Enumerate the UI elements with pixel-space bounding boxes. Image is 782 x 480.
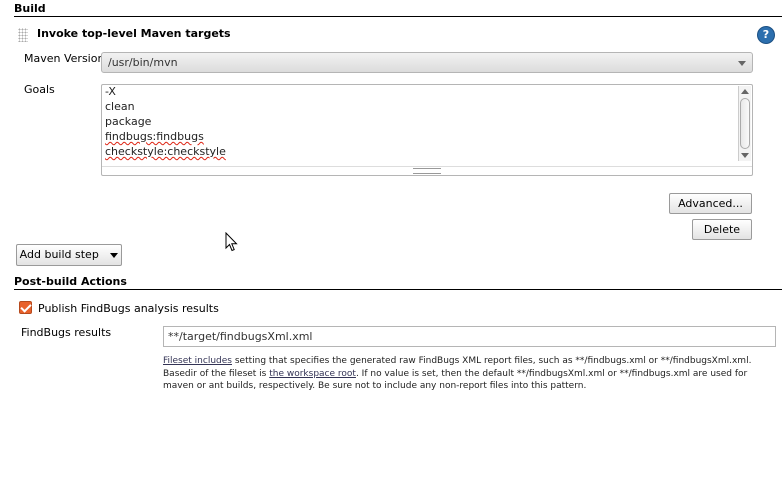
workspace-root-link[interactable]: the workspace root (269, 369, 356, 379)
post-build-section-title: Post-build Actions (14, 275, 127, 288)
build-section-title: Build (14, 2, 46, 15)
goals-textarea[interactable]: -X clean package findbugs:findbugs check… (101, 84, 753, 176)
scroll-thumb[interactable] (740, 98, 750, 149)
findbugs-results-input[interactable]: **/target/findbugsXml.xml (163, 326, 776, 347)
textarea-resize-handle[interactable] (102, 166, 752, 175)
goal-line: -X (105, 85, 116, 98)
goal-line: findbugs:findbugs (105, 130, 204, 143)
scroll-up-icon[interactable] (741, 89, 749, 94)
goal-line: package (105, 115, 152, 128)
goals-scrollbar[interactable] (738, 86, 751, 161)
caret-down-icon (110, 252, 119, 258)
maven-version-value: /usr/bin/mvn (108, 56, 178, 69)
findbugs-results-value: **/target/findbugsXml.xml (168, 330, 313, 343)
advanced-button[interactable]: Advanced... (669, 193, 752, 214)
post-build-section-divider (14, 289, 782, 290)
drag-handle-icon[interactable] (18, 28, 28, 42)
delete-button[interactable]: Delete (692, 219, 752, 240)
publish-findbugs-label: Publish FindBugs analysis results (38, 302, 219, 315)
scroll-down-icon[interactable] (741, 153, 749, 158)
maven-version-select[interactable]: /usr/bin/mvn (101, 52, 753, 73)
maven-version-label: Maven Version (24, 52, 105, 65)
add-build-step-button[interactable]: Add build step (16, 244, 122, 266)
goal-line: clean (105, 100, 135, 113)
findbugs-results-description: Fileset includes setting that specifies … (163, 355, 776, 393)
goal-line: checkstyle:checkstyle (105, 145, 226, 158)
mouse-cursor-icon (225, 232, 238, 252)
help-icon[interactable]: ? (757, 26, 775, 44)
add-build-step-label: Add build step (19, 248, 99, 261)
build-step-title: Invoke top-level Maven targets (37, 27, 231, 40)
chevron-down-icon (738, 61, 746, 66)
build-section-divider (14, 16, 782, 17)
findbugs-results-label: FindBugs results (21, 326, 112, 339)
publish-findbugs-checkbox[interactable] (19, 301, 32, 314)
fileset-includes-link[interactable]: Fileset includes (163, 356, 232, 366)
goals-label: Goals (24, 83, 55, 96)
